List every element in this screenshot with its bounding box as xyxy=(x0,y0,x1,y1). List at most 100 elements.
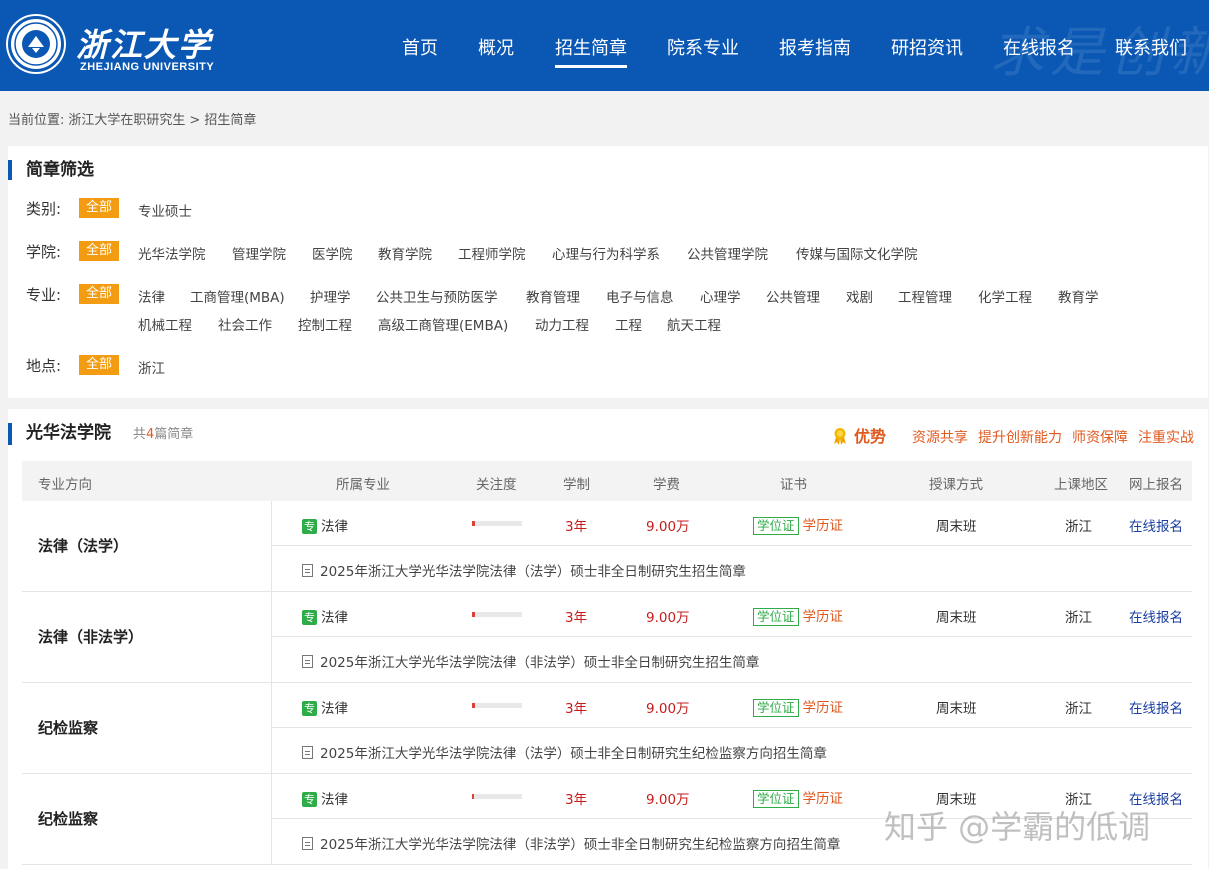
filter-label-college: 学院: xyxy=(26,243,62,261)
filter-all-major[interactable]: 全部 xyxy=(79,284,120,304)
filter-option[interactable]: 专业硕士 xyxy=(138,200,192,220)
filter-all-category[interactable]: 全部 xyxy=(79,198,120,218)
attention-bar xyxy=(472,521,522,526)
breadcrumb-prefix: 当前位置: xyxy=(8,113,65,128)
filter-option[interactable]: 公共管理 xyxy=(766,286,820,306)
nav-departments[interactable]: 院系专业 xyxy=(667,34,739,60)
table-header: 专业方向 所属专业 关注度 学制 学费 证书 授课方式 上课地区 网上报名 xyxy=(22,461,1192,501)
column-header: 所属专业 xyxy=(336,477,390,493)
advantage-item: 注重实战 xyxy=(1138,430,1194,446)
diploma-cert: 学历证 xyxy=(802,518,844,534)
major-name: 法律 xyxy=(321,701,348,717)
certificates: 学位证 学历证 xyxy=(753,787,843,808)
online-signup-link[interactable]: 在线报名 xyxy=(1129,515,1183,535)
filter-option[interactable]: 护理学 xyxy=(310,286,351,306)
filter-option[interactable]: 教育学院 xyxy=(378,243,432,263)
filter-option[interactable]: 法律 xyxy=(138,286,165,306)
nav-online-signup[interactable]: 在线报名 xyxy=(1003,34,1075,60)
filter-option[interactable]: 化学工程 xyxy=(978,286,1032,306)
filter-option[interactable]: 动力工程 xyxy=(535,314,589,334)
nav-brochures[interactable]: 招生简章 xyxy=(555,34,627,68)
filter-option[interactable]: 心理与行为科学系 xyxy=(552,243,660,263)
teaching-mode: 周末班 xyxy=(936,701,977,717)
nav-contact[interactable]: 联系我们 xyxy=(1115,34,1187,60)
diploma-cert: 学历证 xyxy=(802,791,844,807)
major-name: 法律 xyxy=(321,519,348,535)
filter-option[interactable]: 社会工作 xyxy=(218,314,272,334)
filter-option[interactable]: 教育管理 xyxy=(526,286,580,306)
tuition-fee: 9.00万 xyxy=(646,610,690,626)
attention-bar xyxy=(472,703,522,708)
filter-all-college[interactable]: 全部 xyxy=(79,241,120,261)
nav-guide[interactable]: 报考指南 xyxy=(779,34,851,60)
college-name: 光华法学院 xyxy=(26,423,111,443)
teaching-mode: 周末班 xyxy=(936,610,977,626)
attention-fill xyxy=(472,703,475,708)
row-brochure: 2025年浙江大学光华法学院法律（法学）硕士非全日制研究生招生简章 xyxy=(272,546,1192,591)
advantage-title: 优势 xyxy=(853,427,886,446)
brochure-link[interactable]: 2025年浙江大学光华法学院法律（法学）硕士非全日制研究生招生简章 xyxy=(320,564,746,580)
filter-option[interactable]: 工程师学院 xyxy=(458,243,526,263)
column-header: 证书 xyxy=(780,477,807,493)
attention-fill xyxy=(472,794,474,799)
advantage-item: 师资保障 xyxy=(1072,430,1128,446)
attention-fill xyxy=(472,521,475,526)
tuition-fee: 9.00万 xyxy=(646,519,690,535)
filter-option[interactable]: 公共卫生与预防医学 xyxy=(376,286,498,306)
duration: 3年 xyxy=(565,792,588,808)
column-header: 学制 xyxy=(563,477,590,493)
filter-option[interactable]: 电子与信息 xyxy=(606,286,674,306)
teaching-mode: 周末班 xyxy=(936,519,977,535)
filter-title: 简章筛选 xyxy=(8,160,94,180)
duration: 3年 xyxy=(565,701,588,717)
major-cell: 专法律 xyxy=(302,788,348,808)
medal-icon xyxy=(833,428,846,445)
filter-option[interactable]: 航天工程 xyxy=(667,314,721,334)
major-cell: 专法律 xyxy=(302,606,348,626)
breadcrumb: 当前位置: 浙江大学在职研究生 > 招生简章 xyxy=(8,109,260,128)
filter-option[interactable]: 高级工商管理(EMBA) xyxy=(378,314,508,334)
filter-option[interactable]: 教育学 xyxy=(1058,286,1099,306)
breadcrumb-home[interactable]: 浙江大学在职研究生 xyxy=(68,113,185,128)
main-nav: 首页 概况 招生简章 院系专业 报考指南 研招资讯 在线报名 联系我们 xyxy=(0,34,1209,74)
brochure-link[interactable]: 2025年浙江大学光华法学院法律（法学）硕士非全日制研究生纪检监察方向招生简章 xyxy=(320,746,827,762)
filter-option[interactable]: 工程 xyxy=(615,314,642,334)
tuition-fee: 9.00万 xyxy=(646,701,690,717)
filter-option[interactable]: 传媒与国际文化学院 xyxy=(796,243,918,263)
document-icon xyxy=(302,837,313,850)
filter-all-location[interactable]: 全部 xyxy=(79,355,120,375)
column-header: 网上报名 xyxy=(1129,477,1183,493)
filter-option[interactable]: 公共管理学院 xyxy=(687,243,768,263)
major-name: 法律 xyxy=(321,792,348,808)
filter-option[interactable]: 光华法学院 xyxy=(138,243,206,263)
column-header: 授课方式 xyxy=(929,477,983,493)
online-signup-link[interactable]: 在线报名 xyxy=(1129,606,1183,626)
duration: 3年 xyxy=(565,610,588,626)
breadcrumb-current[interactable]: 招生简章 xyxy=(204,113,256,128)
filter-option[interactable]: 浙江 xyxy=(138,357,165,377)
filter-option[interactable]: 工商管理(MBA) xyxy=(190,286,285,306)
attention-bar xyxy=(472,612,522,617)
row-details: 专法律 3年 9.00万 学位证 学历证 周末班 浙江 在线报名 xyxy=(272,501,1192,546)
filter-option[interactable]: 心理学 xyxy=(700,286,741,306)
nav-overview[interactable]: 概况 xyxy=(478,34,514,60)
nav-home[interactable]: 首页 xyxy=(402,34,438,60)
class-region: 浙江 xyxy=(1065,519,1092,535)
professional-tag: 专 xyxy=(302,519,317,534)
filter-option[interactable]: 工程管理 xyxy=(898,286,952,306)
site-header: 求是创新 浙江大学 ZHEJIANG UNIVERSITY 首页 概况 招生简章… xyxy=(0,0,1209,91)
filter-option[interactable]: 医学院 xyxy=(312,243,353,263)
online-signup-link[interactable]: 在线报名 xyxy=(1129,697,1183,717)
brochure-link[interactable]: 2025年浙江大学光华法学院法律（非法学）硕士非全日制研究生纪检监察方向招生简章 xyxy=(320,837,840,853)
brochure-doc: 2025年浙江大学光华法学院法律（法学）硕士非全日制研究生招生简章 xyxy=(302,560,746,580)
filter-option[interactable]: 控制工程 xyxy=(298,314,352,334)
nav-news[interactable]: 研招资讯 xyxy=(891,34,963,60)
brochure-link[interactable]: 2025年浙江大学光华法学院法律（非法学）硕士非全日制研究生招生简章 xyxy=(320,655,759,671)
degree-cert-badge: 学位证 xyxy=(753,790,799,808)
filter-option[interactable]: 管理学院 xyxy=(232,243,286,263)
brochure-list-panel: 光华法学院 共4篇简章 优势 资源共享 提升创新能力 师资保障 注重实战 专业方向 所属… xyxy=(8,409,1208,869)
attention-fill xyxy=(472,612,475,617)
filter-option[interactable]: 戏剧 xyxy=(846,286,873,306)
count-suffix: 篇简章 xyxy=(154,427,194,442)
filter-option[interactable]: 机械工程 xyxy=(138,314,192,334)
